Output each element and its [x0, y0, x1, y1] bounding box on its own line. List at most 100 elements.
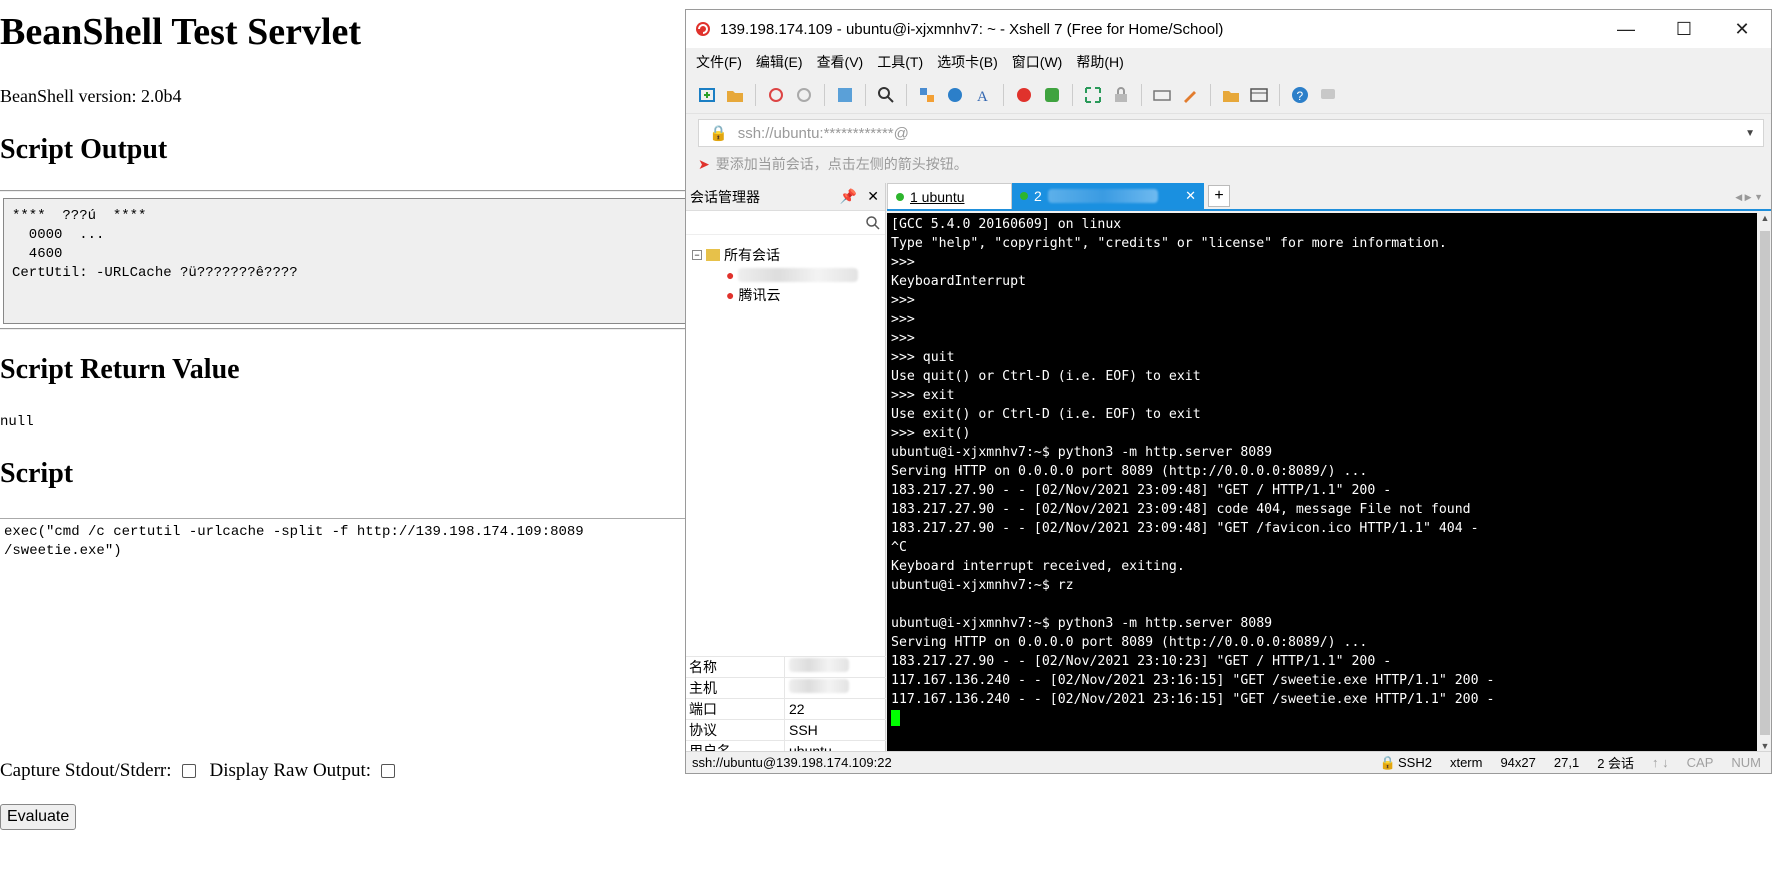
tree-session-item[interactable]: ● [692, 265, 859, 285]
arrow-icon[interactable]: ➤ [698, 156, 710, 173]
new-session-icon[interactable] [696, 84, 718, 106]
terminal-line: >>> [891, 293, 915, 308]
tab-session-2[interactable]: 2 ✕ [1012, 183, 1204, 209]
terminal-line: 183.217.27.90 - - [02/Nov/2021 23:10:23]… [891, 654, 1392, 669]
terminal[interactable]: [GCC 5.4.0 20160609] on linux Type "help"… [887, 213, 1757, 753]
output-line: 0000 ... [12, 227, 105, 243]
scrollbar-thumb[interactable] [1760, 231, 1770, 735]
terminal-line: ubuntu@i-xjxmnhv7:~$ rz [891, 578, 1074, 593]
menu-view[interactable]: 查看(V) [817, 52, 864, 72]
terminal-line: [GCC 5.4.0 20160609] on linux [891, 217, 1122, 232]
status-arrows-icon[interactable]: ↑ ↓ [1652, 755, 1669, 770]
raw-output-checkbox[interactable] [381, 764, 396, 778]
globe-icon[interactable] [944, 84, 966, 106]
terminal-line: Serving HTTP on 0.0.0.0 port 8089 (http:… [891, 464, 1368, 479]
chevron-down-icon[interactable]: ▼ [1745, 128, 1755, 139]
tab-label: 2 [1034, 188, 1042, 204]
menu-help[interactable]: 帮助(H) [1076, 52, 1123, 72]
address-bar[interactable]: 🔒 ssh://ubuntu:************@ ▼ [698, 119, 1764, 147]
tab-session-1[interactable]: 1 ubuntu [887, 183, 1012, 209]
terminal-line: >>> exit [891, 388, 955, 403]
folder-icon [706, 249, 720, 261]
status-lock-icon: 🔒 [1379, 754, 1396, 770]
terminal-line: 183.217.27.90 - - [02/Nov/2021 23:09:48]… [891, 483, 1392, 498]
scroll-down-icon[interactable]: ▼ [1757, 741, 1771, 751]
window-layout-icon[interactable] [1248, 84, 1270, 106]
hint-bar: ➤ 要添加当前会话，点击左侧的箭头按钮。 [698, 152, 968, 176]
address-text: ssh://ubuntu:************@ [737, 124, 909, 142]
toolbar: A ? [686, 76, 1771, 114]
connect-icon[interactable] [765, 84, 787, 106]
xshell-logo-icon [696, 22, 710, 36]
help-icon[interactable]: ? [1289, 84, 1311, 106]
fullscreen-icon[interactable] [1082, 84, 1104, 106]
property-value: 22 [789, 701, 805, 717]
menu-edit[interactable]: 编辑(E) [756, 52, 803, 72]
xftp-icon[interactable] [1041, 84, 1063, 106]
maximize-icon[interactable]: ☐ [1655, 10, 1713, 48]
minimize-icon[interactable]: — [1597, 10, 1655, 48]
scroll-up-icon[interactable]: ▲ [1757, 213, 1771, 223]
output-line: **** ???ú **** [12, 208, 147, 224]
property-key: 名称 [686, 657, 785, 677]
new-tab-icon[interactable]: + [1208, 185, 1230, 207]
property-value-redacted [785, 678, 886, 698]
raw-output-label: Display Raw Output: [209, 760, 372, 781]
close-icon[interactable]: ✕ [1713, 10, 1771, 48]
tree-root[interactable]: − 所有会话 [692, 245, 858, 265]
lock-icon[interactable] [1110, 84, 1132, 106]
properties-icon[interactable] [834, 84, 856, 106]
terminal-line: ubuntu@i-xjxmnhv7:~$ python3 -m http.ser… [891, 616, 1273, 631]
status-cap: CAP [1686, 755, 1714, 770]
open-folder-icon[interactable] [724, 84, 746, 106]
page-title: BeanShell Test Servlet [0, 11, 362, 53]
options-row: Capture Stdout/Stderr: Display Raw Outpu… [0, 760, 403, 782]
property-value: SSH [789, 722, 818, 738]
connected-status-icon [896, 192, 904, 201]
terminal-line: Type "help", "copyright", "credits" or "… [891, 236, 1447, 251]
session-manager: 会话管理器 📌 ✕ − 所有会话 ● ● 腾讯云 名称 主机 端口 22 协议 … [686, 183, 886, 773]
layout-icon[interactable] [916, 84, 938, 106]
search-icon[interactable] [875, 84, 897, 106]
close-tab-icon[interactable]: ✕ [1185, 188, 1196, 204]
add-folder-icon[interactable] [1220, 84, 1242, 106]
keyboard-icon[interactable] [1151, 84, 1173, 106]
disconnect-icon[interactable] [793, 84, 815, 106]
script-output-box: **** ???ú **** 0000 ... 4600 CertUtil: -U… [3, 198, 693, 324]
property-key: 协议 [686, 720, 785, 740]
session-label: 腾讯云 [738, 287, 781, 303]
property-row: 主机 [686, 677, 886, 698]
font-icon[interactable]: A [972, 84, 994, 106]
terminal-scrollbar[interactable]: ▲ ▼ [1757, 213, 1771, 753]
xshell-icon[interactable] [1013, 84, 1035, 106]
search-icon[interactable] [865, 215, 881, 231]
property-value-redacted [785, 657, 886, 677]
menu-window[interactable]: 窗口(W) [1012, 52, 1063, 72]
terminal-line: 183.217.27.90 - - [02/Nov/2021 23:09:48]… [891, 521, 1479, 536]
menu-file[interactable]: 文件(F) [696, 52, 742, 72]
title-bar[interactable]: 139.198.174.109 - ubuntu@i-xjxmnhv7: ~ -… [686, 10, 1771, 48]
tab-scroll-icon[interactable]: ◀ ▶ ▼ [1735, 192, 1763, 203]
menu-tabs[interactable]: 选项卡(B) [937, 52, 998, 72]
property-row: 协议 SSH [686, 719, 886, 740]
pin-icon[interactable]: 📌 [840, 188, 857, 205]
capture-checkbox[interactable] [181, 764, 196, 778]
collapse-icon[interactable]: − [692, 250, 702, 260]
chat-icon[interactable] [1317, 84, 1339, 106]
terminal-line: >>> [891, 331, 915, 346]
tab-label: 1 ubuntu [910, 188, 965, 205]
terminal-line [891, 709, 1753, 728]
highlight-icon[interactable] [1179, 84, 1201, 106]
close-icon[interactable]: ✕ [867, 188, 879, 205]
lock-icon: 🔒 [709, 125, 728, 142]
terminal-line: Keyboard interrupt received, exiting. [891, 559, 1185, 574]
script-return-value: null [0, 414, 34, 430]
menu-tools[interactable]: 工具(T) [877, 52, 923, 72]
terminal-line: ubuntu@i-xjxmnhv7:~$ python3 -m http.ser… [891, 445, 1273, 460]
tree-session-item[interactable]: ● 腾讯云 [692, 285, 858, 305]
script-textarea[interactable]: exec("cmd /c certutil -urlcache -split -… [0, 518, 692, 738]
session-search[interactable] [686, 211, 885, 235]
evaluate-button[interactable]: Evaluate [0, 804, 77, 830]
terminal-line: Use quit() or Ctrl-D (i.e. EOF) to exit [891, 369, 1201, 384]
